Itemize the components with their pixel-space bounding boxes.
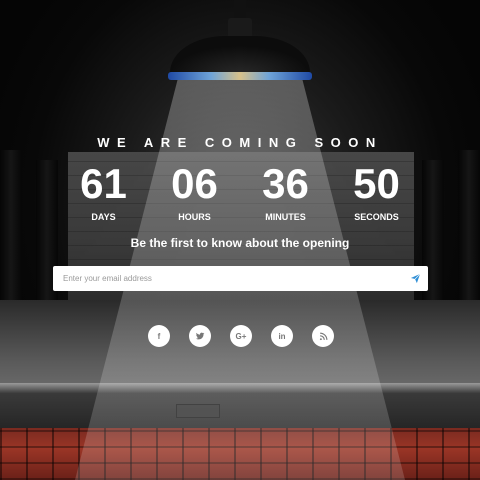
countdown-seconds: 50 SECONDS [331, 158, 422, 222]
countdown-hours-value: 06 [171, 160, 218, 207]
countdown-seconds-label: SECONDS [354, 212, 399, 222]
google-plus-icon[interactable]: G+ [230, 325, 252, 347]
countdown-seconds-value: 50 [353, 160, 400, 207]
countdown-hours-label: HOURS [178, 212, 211, 222]
twitter-icon[interactable]: t [189, 325, 211, 347]
subscribe-form [53, 266, 428, 291]
email-input[interactable] [53, 266, 402, 291]
countdown-days-label: DAYS [91, 212, 116, 222]
lamp-shade [170, 36, 310, 76]
paper-plane-icon [410, 273, 420, 284]
countdown-minutes-label: MINUTES [265, 212, 306, 222]
subheadline: Be the first to know about the opening [130, 236, 350, 250]
ceiling-lamp [168, 0, 312, 82]
rss-icon[interactable]: rss [312, 325, 334, 347]
countdown-hours: 06 HOURS [149, 158, 240, 222]
page-headline: WE ARE COMING SOON [97, 135, 383, 150]
countdown-minutes-value: 36 [262, 160, 309, 207]
subscribe-button[interactable] [402, 266, 428, 291]
facebook-glyph: f [157, 331, 161, 341]
audience-seats [0, 428, 480, 480]
lamp-rim [168, 72, 312, 80]
countdown-days: 61 DAYS [58, 158, 149, 222]
social-links: f t G+ in rss [148, 325, 334, 347]
twitter-bird-glyph [195, 332, 205, 340]
countdown-minutes: 36 MINUTES [240, 158, 331, 222]
countdown-timer: 61 DAYS 06 HOURS 36 MINUTES 50 SECONDS [58, 158, 422, 222]
linkedin-icon[interactable]: in [271, 325, 293, 347]
linkedin-glyph: in [278, 331, 286, 341]
google-plus-glyph: G+ [235, 331, 247, 341]
stage-front [0, 393, 480, 433]
stage-trapdoor [176, 404, 220, 418]
lamp-neck [228, 18, 252, 38]
stage-edge [0, 383, 480, 393]
countdown-days-value: 61 [80, 160, 127, 207]
rss-glyph-svg [319, 332, 327, 340]
facebook-icon[interactable]: f [148, 325, 170, 347]
